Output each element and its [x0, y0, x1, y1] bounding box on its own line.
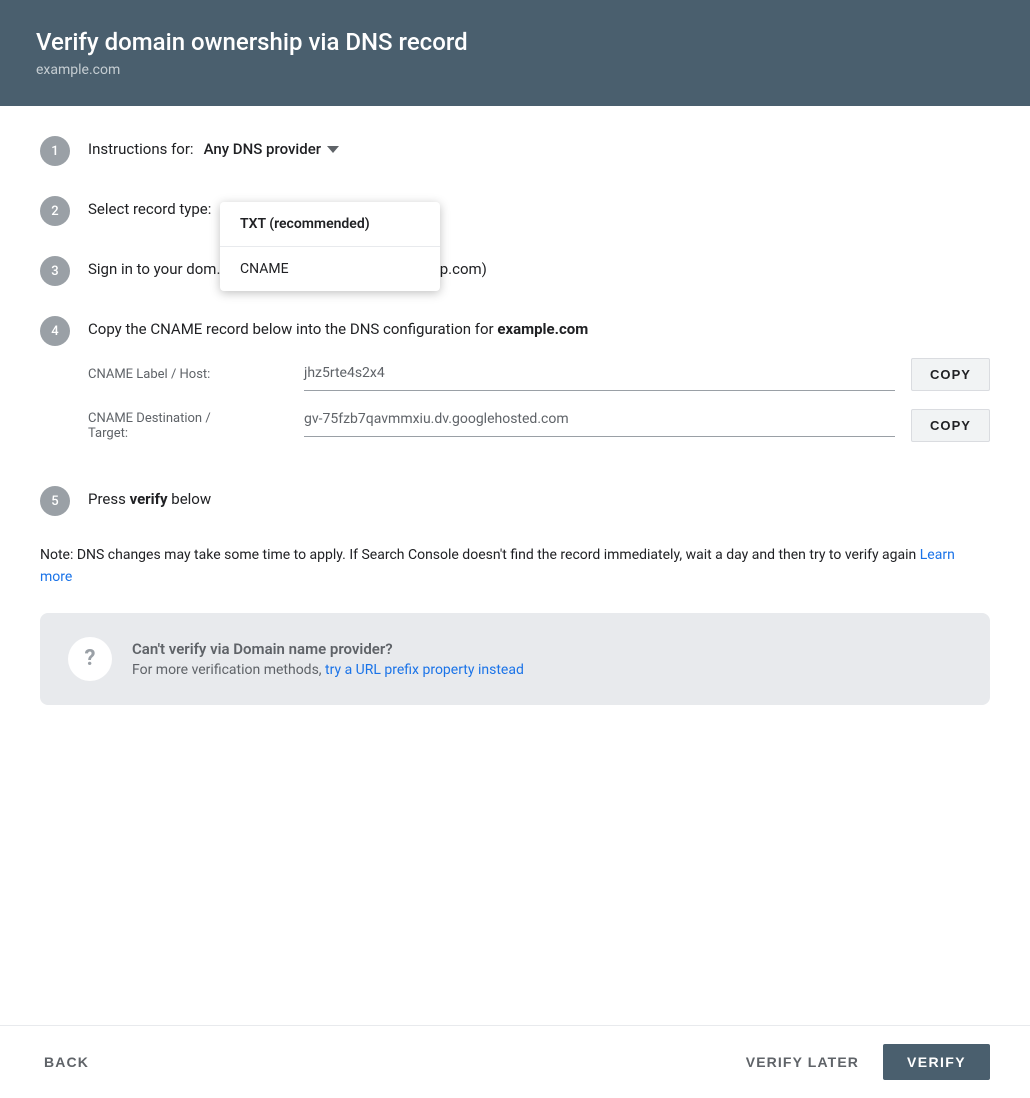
alt-verify-title: Can't verify via Domain name provider? [132, 640, 524, 658]
step-3: 3 Sign in to your dom… (e.g. goladdy.com… [40, 254, 990, 286]
step-4: 4 Copy the CNAME record below into the D… [40, 314, 990, 456]
alt-verify-content: Can't verify via Domain name provider? F… [132, 640, 524, 678]
cname-destination-field-label: CNAME Destination /Target: [88, 405, 288, 441]
cname-destination-value: gv-75fzb7qavmmxiu.dv.googlehosted.com [304, 405, 895, 437]
step-number-5: 5 [40, 486, 70, 516]
question-icon: ? [68, 637, 112, 681]
step-2-label: Select record type: [88, 198, 211, 221]
note-text: Note: DNS changes may take some time to … [40, 544, 990, 589]
step-number-2: 2 [40, 196, 70, 226]
alt-verify-box: ? Can't verify via Domain name provider?… [40, 613, 990, 705]
dropdown-item-txt[interactable]: TXT (recommended) [220, 202, 440, 247]
domain-subtitle: example.com [36, 62, 994, 78]
step-1-row: Instructions for: Any DNS provider [88, 138, 990, 161]
dropdown-selected-label: Any DNS provider [204, 140, 321, 158]
page-title: Verify domain ownership via DNS record [36, 28, 994, 56]
back-button[interactable]: BACK [40, 1046, 93, 1078]
step-4-content: Copy the CNAME record below into the DNS… [88, 314, 588, 341]
alt-verify-link[interactable]: try a URL prefix property instead [325, 662, 524, 678]
footer: BACK VERIFY LATER VERIFY [0, 1025, 1030, 1098]
header: Verify domain ownership via DNS record e… [0, 0, 1030, 106]
step-5: 5 Press verify below [40, 484, 990, 516]
step-1: 1 Instructions for: Any DNS provider TXT… [40, 134, 990, 166]
cname-label-field-label: CNAME Label / Host: [88, 367, 288, 382]
copy-cname-label-button[interactable]: COPY [911, 358, 990, 391]
step-number-1: 1 [40, 136, 70, 166]
copy-cname-destination-button[interactable]: COPY [911, 409, 990, 442]
chevron-down-icon [327, 146, 339, 153]
step-5-content: Press verify below [88, 484, 990, 511]
step-2: 2 Select record type: Learn more [40, 194, 990, 226]
verify-button[interactable]: VERIFY [883, 1044, 990, 1080]
cname-destination-row: CNAME Destination /Target: gv-75fzb7qavm… [88, 405, 990, 442]
footer-right: VERIFY LATER VERIFY [734, 1044, 990, 1080]
dns-provider-menu: TXT (recommended) CNAME [220, 202, 440, 291]
step-4-label: Copy the CNAME record below into the DNS… [88, 320, 588, 338]
cname-label-value: jhz5rte4s2x4 [304, 359, 895, 391]
alt-verify-desc-prefix: For more verification methods, [132, 662, 325, 678]
step-number-4: 4 [40, 316, 70, 346]
domain-bold: example.com [497, 320, 588, 338]
verify-later-button[interactable]: VERIFY LATER [734, 1046, 871, 1078]
dropdown-item-cname[interactable]: CNAME [220, 247, 440, 291]
alt-verify-desc: For more verification methods, try a URL… [132, 662, 524, 678]
step-number-3: 3 [40, 256, 70, 286]
cname-fields: CNAME Label / Host: jhz5rte4s2x4 COPY CN… [88, 358, 990, 456]
cname-label-row: CNAME Label / Host: jhz5rte4s2x4 COPY [88, 358, 990, 391]
step-1-label: Instructions for: [88, 138, 194, 161]
step-1-content: Instructions for: Any DNS provider [88, 134, 990, 161]
note-body: Note: DNS changes may take some time to … [40, 547, 920, 563]
main-content: 1 Instructions for: Any DNS provider TXT… [0, 106, 1030, 1025]
dns-provider-dropdown[interactable]: Any DNS provider [204, 140, 339, 158]
step-5-label: Press verify below [88, 490, 211, 508]
